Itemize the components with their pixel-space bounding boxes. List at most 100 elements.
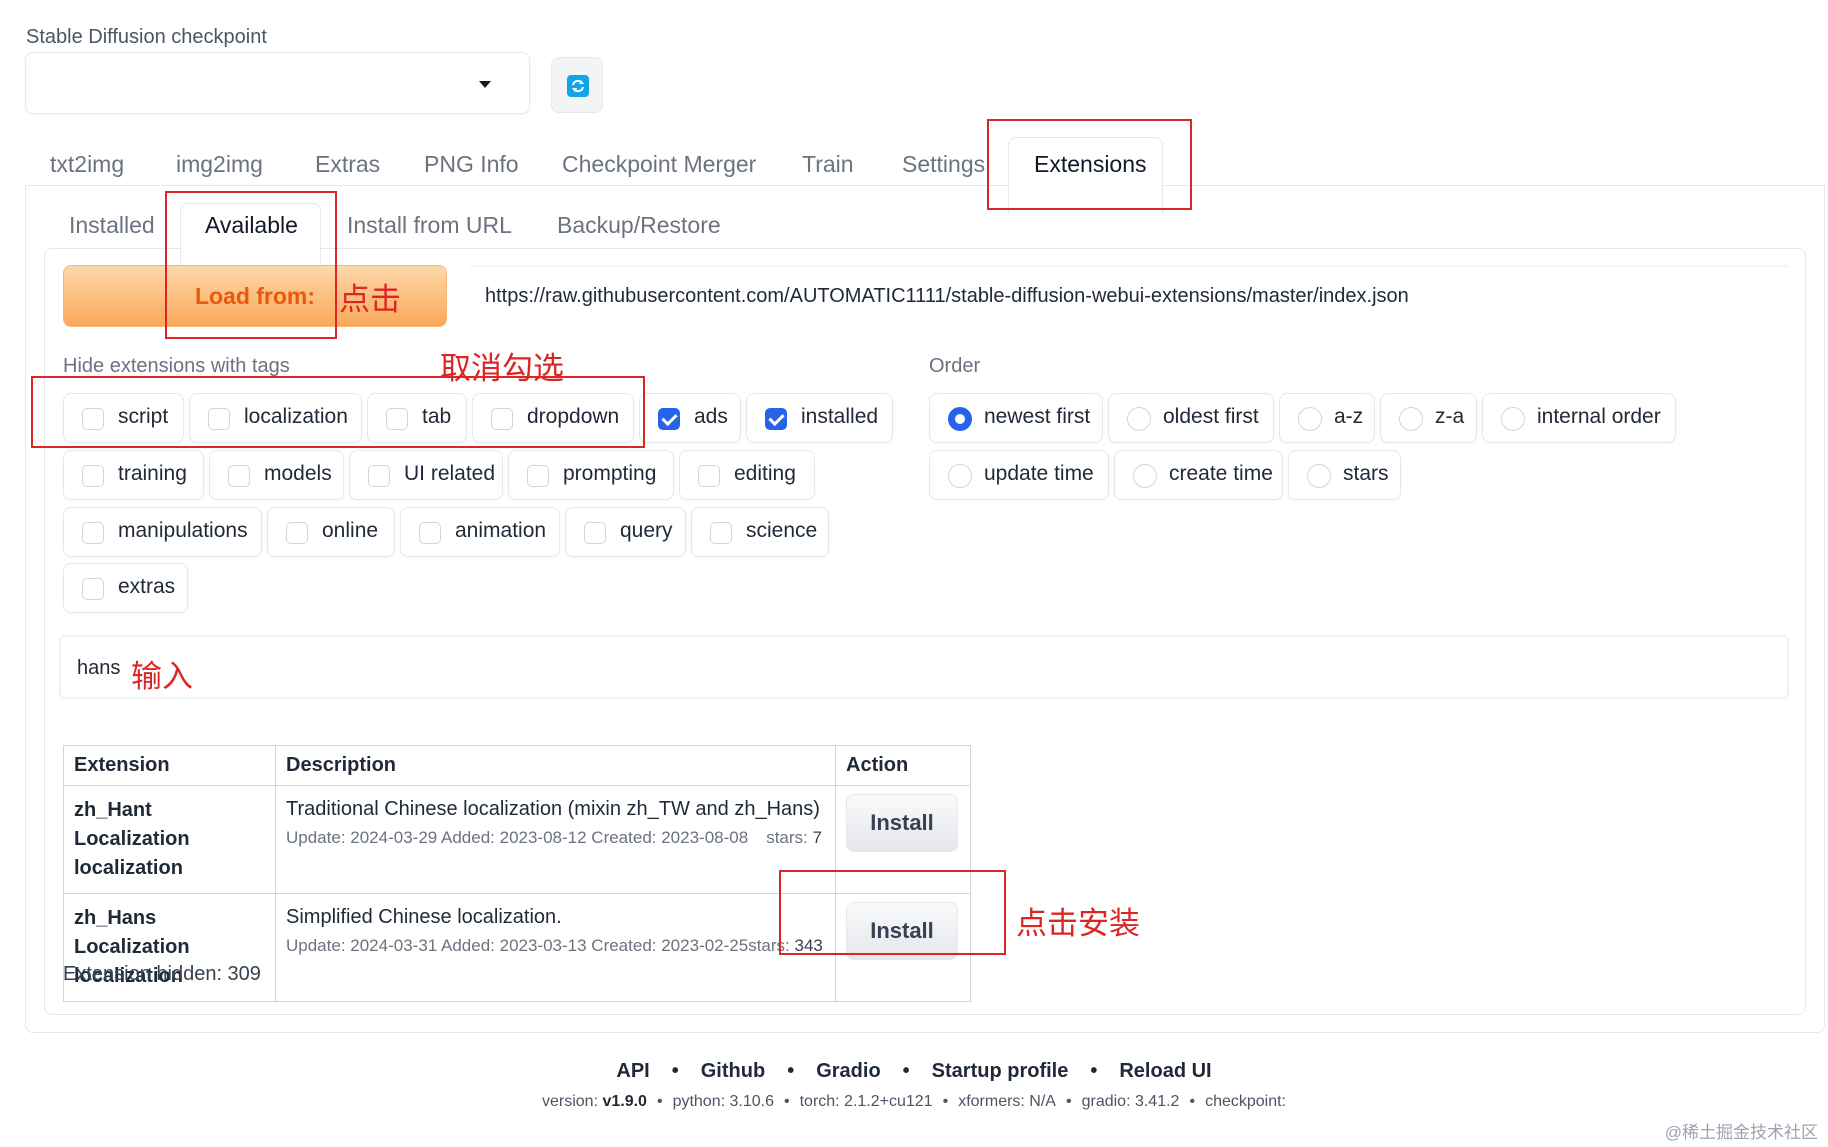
checkpoint-select[interactable]	[25, 52, 530, 114]
tab-installed[interactable]: Installed	[69, 212, 155, 239]
order-radio-create-time[interactable]: create time	[1114, 450, 1283, 500]
radio-label: newest first	[984, 405, 1091, 428]
tag-checkbox-query[interactable]: query	[565, 507, 686, 557]
tag-checkbox-ads[interactable]: ads	[639, 393, 741, 443]
annotation-box-available-load	[165, 191, 337, 339]
checkbox-label: ads	[694, 405, 728, 428]
checkbox[interactable]	[368, 465, 390, 487]
tab-train[interactable]: Train	[802, 151, 854, 178]
radio-label: stars	[1343, 462, 1389, 485]
tag-checkbox-animation[interactable]: animation	[400, 507, 560, 557]
footer-link-startup-profile[interactable]: Startup profile	[932, 1060, 1069, 1082]
hide-tags-label: Hide extensions with tags	[63, 355, 290, 377]
tag-checkbox-manipulations[interactable]: manipulations	[63, 507, 262, 557]
checkpoint-info: checkpoint:	[1205, 1093, 1286, 1110]
tab-install-from-url[interactable]: Install from URL	[347, 212, 512, 239]
annotation-box-tags	[31, 376, 645, 448]
order-label: Order	[929, 355, 981, 377]
checkbox[interactable]	[527, 465, 549, 487]
extension-name-link[interactable]: zh_Hans Localization	[74, 904, 265, 962]
checkbox-label: editing	[734, 462, 796, 485]
tag-checkbox-installed[interactable]: installed	[746, 393, 893, 443]
order-radio-oldest-first[interactable]: oldest first	[1108, 393, 1274, 443]
radio-label: update time	[984, 462, 1094, 485]
index-url-input[interactable]: https://raw.githubusercontent.com/AUTOMA…	[470, 265, 1788, 327]
version-value: v1.9.0	[602, 1093, 647, 1110]
tag-checkbox-online[interactable]: online	[267, 507, 395, 557]
order-radio-a-z[interactable]: a-z	[1279, 393, 1375, 443]
checkbox[interactable]	[710, 522, 732, 544]
order-radio-z-a[interactable]: z-a	[1380, 393, 1477, 443]
radio[interactable]	[1127, 407, 1151, 431]
radio[interactable]	[1298, 407, 1322, 431]
tab-extras[interactable]: Extras	[315, 151, 380, 178]
footer-link-gradio[interactable]: Gradio	[816, 1060, 880, 1082]
radio[interactable]	[948, 407, 972, 431]
annotation-box-extensions-tab	[987, 119, 1192, 210]
checkbox[interactable]	[286, 522, 308, 544]
checkbox-label: prompting	[563, 462, 657, 485]
radio[interactable]	[1307, 464, 1331, 488]
radio[interactable]	[1399, 407, 1423, 431]
column-header-action: Action	[835, 745, 971, 786]
footer-link-github[interactable]: Github	[701, 1060, 765, 1082]
checkbox[interactable]	[82, 465, 104, 487]
watermark: @稀土掘金技术社区	[1664, 1123, 1818, 1142]
tag-checkbox-extras[interactable]: extras	[63, 563, 188, 613]
tag-checkbox-training[interactable]: training	[63, 450, 204, 500]
checkbox-label: models	[264, 462, 332, 485]
annotation-click-install: 点击安装	[1016, 906, 1140, 941]
tag-checkbox-science[interactable]: science	[691, 507, 829, 557]
order-radio-update-time[interactable]: update time	[929, 450, 1109, 500]
radio[interactable]	[1133, 464, 1157, 488]
xformers-version: xformers: N/A	[958, 1093, 1056, 1110]
radio-label: oldest first	[1163, 405, 1259, 428]
version-label: version:	[541, 1093, 599, 1110]
install-button[interactable]: Install	[846, 794, 958, 852]
checkbox[interactable]	[82, 578, 104, 600]
checkbox[interactable]	[228, 465, 250, 487]
annotation-click: 点击	[339, 282, 401, 317]
checkbox[interactable]	[698, 465, 720, 487]
extension-meta: Update: 2024-03-31 Added: 2023-03-13 Cre…	[286, 936, 825, 956]
checkbox-label: training	[118, 462, 187, 485]
footer-link-api[interactable]: API	[616, 1060, 649, 1082]
extension-description: Traditional Chinese localization (mixin …	[286, 798, 820, 820]
checkbox[interactable]	[584, 522, 606, 544]
torch-version: torch: 2.1.2+cu121	[799, 1093, 933, 1110]
checkbox-label: science	[746, 519, 818, 542]
tab-txt2img[interactable]: txt2img	[50, 151, 124, 178]
annotation-input: 输入	[131, 659, 193, 694]
checkbox-label: online	[322, 519, 379, 542]
radio[interactable]	[948, 464, 972, 488]
tab-settings[interactable]: Settings	[902, 151, 985, 178]
table-header-row: Extension Description Action	[63, 745, 971, 786]
tag-checkbox-editing[interactable]: editing	[679, 450, 815, 500]
tab-backup-restore[interactable]: Backup/Restore	[557, 212, 721, 239]
description-cell: Simplified Chinese localization. Update:…	[275, 893, 836, 1002]
checkbox-label: UI related	[404, 462, 496, 485]
order-radio-stars[interactable]: stars	[1288, 450, 1401, 500]
checkbox[interactable]	[765, 408, 787, 430]
tag-checkbox-models[interactable]: models	[209, 450, 344, 500]
extension-name-link[interactable]: zh_Hant Localization	[74, 796, 265, 854]
tag-checkbox-prompting[interactable]: prompting	[508, 450, 674, 500]
footer-link-reload-ui[interactable]: Reload UI	[1119, 1060, 1211, 1082]
tab-png-info[interactable]: PNG Info	[424, 151, 519, 178]
refresh-checkpoint-button[interactable]	[551, 57, 603, 113]
checkbox[interactable]	[419, 522, 441, 544]
order-radio-internal-order[interactable]: internal order	[1482, 393, 1676, 443]
tab-img2img[interactable]: img2img	[176, 151, 263, 178]
separator: •	[1065, 1093, 1072, 1110]
order-radio-newest-first[interactable]: newest first	[929, 393, 1103, 443]
tag-checkbox-ui-related[interactable]: UI related	[349, 450, 503, 500]
tab-checkpoint-merger[interactable]: Checkpoint Merger	[562, 151, 756, 178]
search-input[interactable]: hans	[59, 635, 1789, 699]
extension-tag: localization	[74, 857, 183, 879]
extension-meta: Update: 2024-03-29 Added: 2023-08-12 Cre…	[286, 828, 825, 848]
radio[interactable]	[1501, 407, 1525, 431]
checkbox[interactable]	[82, 522, 104, 544]
separator: •	[787, 1060, 795, 1082]
extension-cell: zh_Hant Localization localization	[63, 785, 276, 894]
checkbox[interactable]	[658, 408, 680, 430]
